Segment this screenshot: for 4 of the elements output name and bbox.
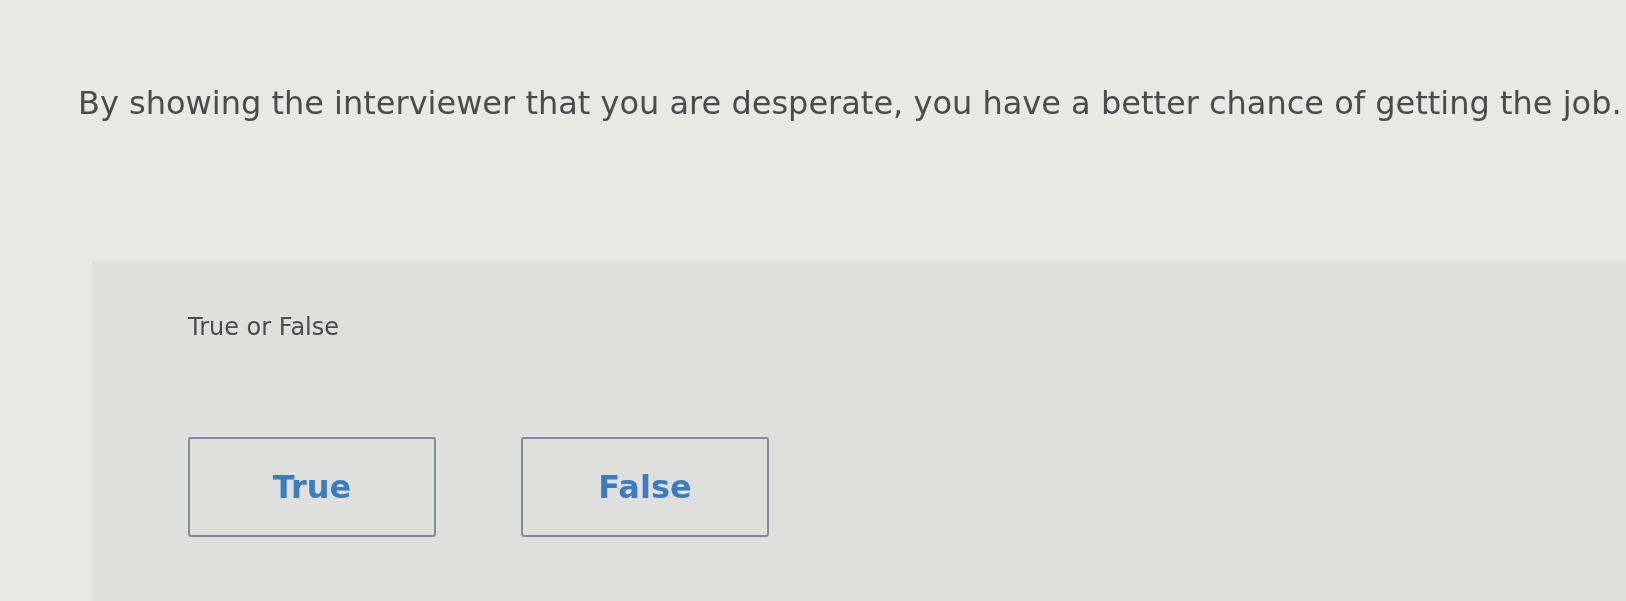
answer-option-button[interactable]: True [188,437,436,538]
prompt-text: True or False [188,312,340,344]
answer-option-button[interactable]: False [521,437,769,538]
question-text: By showing the interviewer that you are desperate, you have a better chance of getting the job. [78,84,1622,123]
